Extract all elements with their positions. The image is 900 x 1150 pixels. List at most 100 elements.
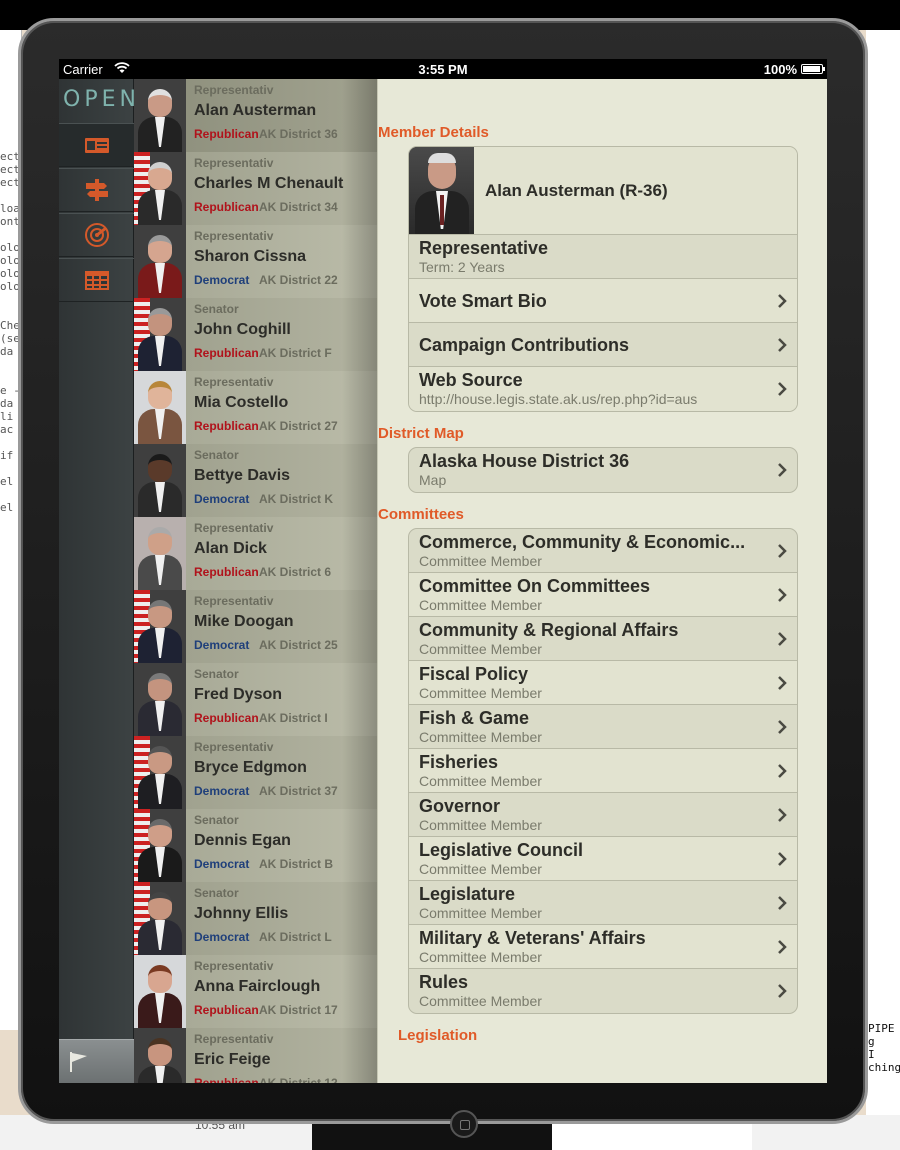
member-row[interactable]: Representativ Alan Austerman RepublicanAK …	[134, 79, 377, 152]
member-row[interactable]: Senator Johnny Ellis Democrat AK District L	[134, 882, 377, 955]
committee-name: Fisheries	[419, 752, 499, 772]
radar-icon	[84, 223, 109, 247]
vote-smart-bio-cell[interactable]: Vote Smart Bio	[409, 279, 797, 323]
member-row[interactable]: Representativ Sharon Cissna Democrat AK Dis…	[134, 225, 377, 298]
ipad-screen: Carrier 3:55 PM 100% OPEN Representativ …	[59, 59, 827, 1083]
member-row[interactable]: Senator John Coghill RepublicanAK District…	[134, 298, 377, 371]
member-info: Representativ Mike Doogan Democrat AK Distr…	[186, 590, 377, 663]
member-party: Republican	[194, 127, 259, 141]
flag-icon	[70, 1052, 87, 1072]
terminal-line: ching	[868, 1061, 900, 1074]
committee-name: Committee On Committees	[419, 576, 651, 596]
campaign-contributions-cell[interactable]: Campaign Contributions	[409, 323, 797, 367]
member-row[interactable]: Representativ Bryce Edgmon Democrat AK Dist…	[134, 736, 377, 809]
member-info: Senator Dennis Egan Democrat AK District B	[186, 809, 377, 882]
committee-cell[interactable]: Fish & Game Committee Member	[409, 705, 797, 749]
background-terminal-text: PIPE g Iching	[868, 1022, 900, 1074]
district-sub: Map	[419, 472, 447, 488]
member-role: Representativ	[194, 594, 274, 608]
committee-cell[interactable]: Fisheries Committee Member	[409, 749, 797, 793]
role-title: Representative	[419, 238, 549, 258]
member-info: Senator Fred Dyson RepublicanAK District I	[186, 663, 377, 736]
committee-cell[interactable]: Legislative Council Committee Member	[409, 837, 797, 881]
nav-map-button[interactable]	[59, 213, 134, 257]
member-district: AK District I	[259, 711, 328, 725]
member-name: Alan Dick	[194, 540, 267, 557]
committee-cell[interactable]: Committee On Committees Committee Member	[409, 573, 797, 617]
terminal-line: I	[868, 1048, 875, 1061]
committee-cell[interactable]: Governor Committee Member	[409, 793, 797, 837]
member-title: Alan Austerman (R-36)	[485, 181, 668, 200]
member-role: Senator	[194, 302, 239, 316]
committee-role: Committee Member	[419, 641, 542, 657]
committee-cell[interactable]: Fiscal Policy Committee Member	[409, 661, 797, 705]
committee-name: Fish & Game	[419, 708, 530, 728]
members-list[interactable]: Representativ Alan Austerman Republican AK …	[134, 79, 377, 1083]
committee-cell[interactable]: Legislature Committee Member	[409, 881, 797, 925]
member-row[interactable]: Representativ Mike Doogan Democrat AK Distr…	[134, 590, 377, 663]
committee-cell[interactable]: Military & Veterans' Affairs Committee Me…	[409, 925, 797, 969]
flag-button[interactable]	[59, 1039, 134, 1083]
term-label: Term: 2 Years	[419, 259, 505, 275]
committee-cell[interactable]: Commerce, Community & Economic... Committ…	[409, 529, 797, 573]
chevron-right-icon	[778, 676, 787, 690]
member-row[interactable]: Senator Dennis Egan Democrat AK District B	[134, 809, 377, 882]
member-photo	[134, 809, 186, 882]
committee-name: Commerce, Community & Economic...	[419, 532, 746, 552]
member-district: AK District K	[259, 492, 334, 506]
member-name: Eric Feige	[194, 1051, 271, 1068]
legislation-header: Legislation	[398, 1027, 478, 1044]
member-row[interactable]: Representativ Charles M Chenault Republica…	[134, 152, 377, 225]
member-role: Representativ	[194, 83, 274, 97]
member-name: Fred Dyson	[194, 686, 283, 703]
member-row[interactable]: Senator Fred Dyson RepublicanAK District I	[134, 663, 377, 736]
district-map-cell[interactable]: Alaska House District 36 Map	[409, 448, 797, 492]
committee-role: Committee Member	[419, 993, 542, 1009]
member-photo	[134, 444, 186, 517]
web-source-cell[interactable]: Web Source http://house.legis.state.ak.u…	[409, 367, 797, 411]
committee-cell[interactable]: Community & Regional Affairs Committee Me…	[409, 617, 797, 661]
member-party: Republican	[194, 1003, 259, 1017]
member-info: Senator Johnny Ellis Democrat AK District L	[186, 882, 377, 955]
member-photo	[134, 225, 186, 298]
chevron-right-icon	[778, 808, 787, 822]
member-row[interactable]: Representativ Eric Feige RepublicanAK Dist…	[134, 1028, 377, 1083]
member-row[interactable]: Representativ Alan Dick RepublicanAK Distr…	[134, 517, 377, 590]
member-party: Republican	[194, 200, 259, 214]
member-role: Representativ	[194, 959, 274, 973]
member-name: Johnny Ellis	[194, 905, 289, 922]
chevron-right-icon	[778, 338, 787, 352]
home-button[interactable]	[450, 1110, 478, 1138]
member-photo	[409, 147, 474, 234]
chevron-right-icon	[778, 294, 787, 308]
member-name: Mia Costello	[194, 394, 289, 411]
member-district: AK District 6	[259, 565, 332, 579]
committee-role: Committee Member	[419, 685, 542, 701]
role-cell: Representative Term: 2 Years	[409, 235, 797, 279]
member-name: John Coghill	[194, 321, 291, 338]
member-role: Representativ	[194, 375, 274, 389]
member-info: Representativ Alan Austerman RepublicanAK …	[186, 79, 377, 152]
nav-districts-button[interactable]	[59, 168, 134, 212]
nav-calendar-button[interactable]	[59, 258, 134, 302]
campaign-label: Campaign Contributions	[419, 335, 629, 355]
member-name: Alan Austerman	[194, 102, 317, 119]
nav-members-button[interactable]	[59, 123, 134, 167]
committee-role: Committee Member	[419, 817, 542, 833]
battery-percentage: 100%	[763, 62, 797, 77]
member-info: Representativ Bryce Edgmon Democrat AK Dist…	[186, 736, 377, 809]
committee-cell[interactable]: Rules Committee Member	[409, 969, 797, 1013]
background-right-window	[866, 30, 900, 1120]
district-map-header: District Map	[378, 425, 464, 442]
member-role: Senator	[194, 886, 239, 900]
member-district: AK District 25	[259, 638, 338, 652]
member-row[interactable]: Representativ Anna Fairclough RepublicanAK…	[134, 955, 377, 1028]
member-row[interactable]: Representativ Mia Costello RepublicanAK Di…	[134, 371, 377, 444]
calendar-icon	[84, 271, 109, 290]
member-party: Republican	[194, 419, 259, 433]
committee-role: Committee Member	[419, 597, 542, 613]
member-row[interactable]: Senator Bettye Davis Democrat AK District K	[134, 444, 377, 517]
committee-name: Fiscal Policy	[419, 664, 529, 684]
member-role: Representativ	[194, 521, 274, 535]
member-photo	[134, 517, 186, 590]
